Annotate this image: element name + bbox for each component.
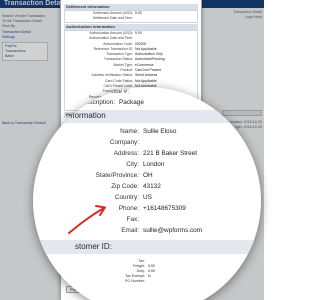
billing-label: Email:	[121, 227, 139, 234]
customer-id-label: stomer ID:	[75, 242, 112, 251]
billing-label: Name:	[120, 128, 139, 135]
description-value: Package	[119, 99, 144, 106]
settlement-section: Settlement Amount (USD): 9.00 Settlement …	[64, 10, 198, 23]
settlement-row: Settlement Date and Time:	[65, 16, 197, 21]
row-value	[135, 16, 197, 21]
billing-section-title: g Information	[59, 111, 106, 120]
billing-label: Address:	[113, 150, 139, 157]
billing-value: Sullie Eloso	[143, 128, 177, 135]
description-label: Description:	[81, 99, 115, 106]
billing-label: Phone:	[118, 205, 139, 212]
billing-value: sullie@wpforms.com	[143, 227, 203, 234]
extra-value: N	[148, 274, 151, 278]
row-label: Settlement Date and Time:	[92, 16, 133, 21]
billing-label: Company:	[109, 139, 139, 146]
billing-value: 43132	[143, 183, 161, 190]
billing-value: 221 B Baker Street	[143, 150, 197, 157]
billing-label: Zip Code:	[111, 183, 139, 190]
billing-value: London	[143, 161, 165, 168]
customer-section-header: stomer ID:	[33, 240, 261, 254]
billing-value: OH	[143, 172, 153, 179]
extra-label: PO Number:	[125, 279, 145, 283]
billing-label: State/Province:	[95, 172, 139, 179]
invoice-label: Invoice #:	[101, 88, 129, 95]
billing-section-header: g Information	[33, 110, 261, 123]
billing-label: City:	[126, 161, 139, 168]
billing-label: Fax:	[126, 216, 139, 223]
billing-value: +16148675309	[143, 205, 186, 212]
billing-value: US	[143, 194, 152, 201]
magnifier-lens: Invoice #: Description: Package g Inform…	[33, 87, 261, 300]
billing-label: Country:	[114, 194, 139, 201]
